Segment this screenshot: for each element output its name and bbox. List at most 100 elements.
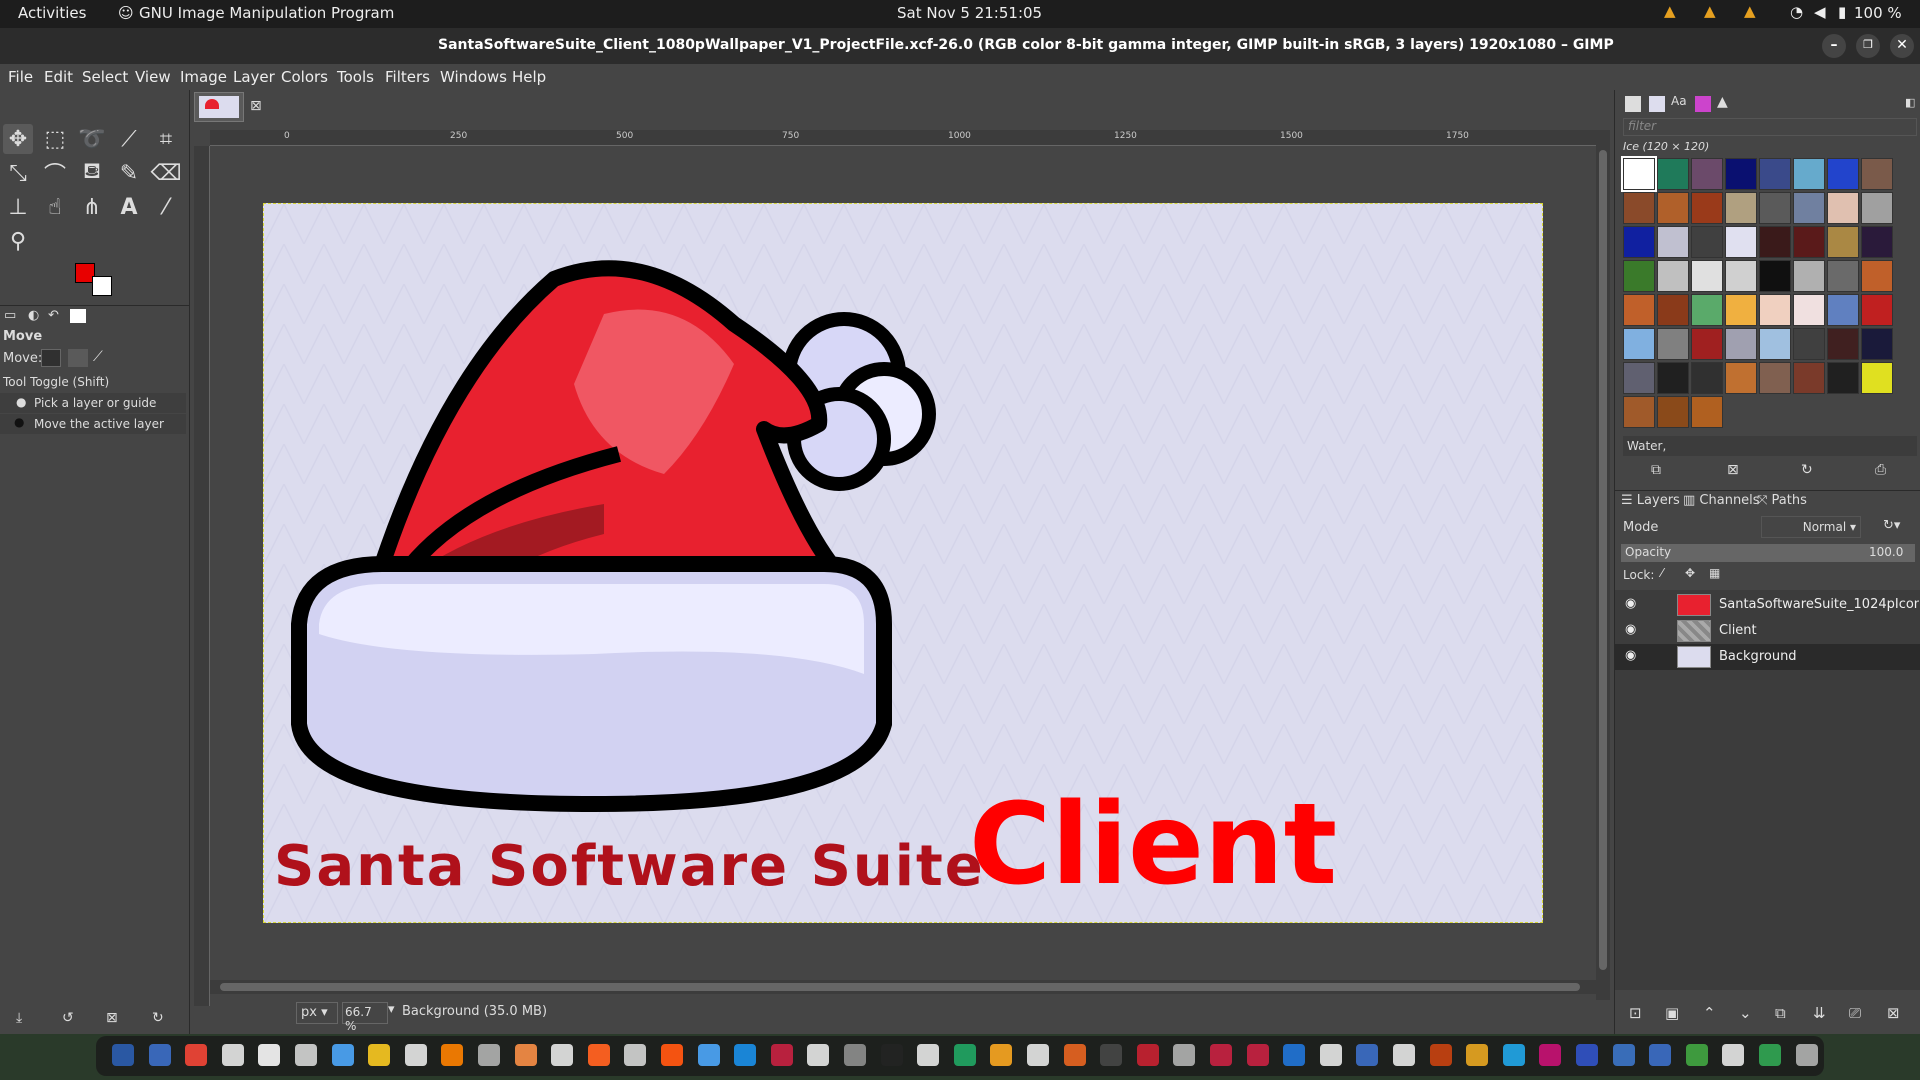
- pattern-swatch[interactable]: [1793, 328, 1825, 360]
- dock-app-icon[interactable]: [1685, 1044, 1708, 1066]
- menu-view[interactable]: View: [135, 68, 171, 86]
- opacity-slider[interactable]: Opacity 100.0: [1621, 544, 1915, 562]
- dock-app-icon[interactable]: [953, 1044, 976, 1066]
- pattern-swatch[interactable]: [1861, 192, 1893, 224]
- pattern-swatch[interactable]: [1725, 362, 1757, 394]
- dock-app-icon[interactable]: [807, 1044, 830, 1066]
- text-tool-icon[interactable]: A: [114, 192, 144, 222]
- horizontal-ruler[interactable]: 0 250 500 750 1000 1250 1500 1750: [210, 130, 1596, 146]
- eye-icon[interactable]: ◉: [1625, 622, 1636, 637]
- lock-alpha-icon[interactable]: ▦: [1709, 566, 1720, 580]
- refresh-patterns-icon[interactable]: ↻: [1801, 462, 1813, 478]
- layer-row[interactable]: ◉ Client: [1615, 618, 1920, 644]
- pattern-swatch[interactable]: [1623, 328, 1655, 360]
- duplicate-layer-icon[interactable]: ⧉: [1775, 1004, 1786, 1022]
- pattern-swatch[interactable]: [1793, 158, 1825, 190]
- dock-app-icon[interactable]: [1502, 1044, 1525, 1066]
- pattern-swatch[interactable]: [1827, 158, 1859, 190]
- mask-icon[interactable]: ⎚: [1849, 1004, 1861, 1022]
- dock-app-icon[interactable]: [295, 1044, 317, 1066]
- image-tab[interactable]: [194, 92, 244, 122]
- merge-layer-icon[interactable]: ⇊: [1813, 1004, 1826, 1022]
- fonts-tab-icon[interactable]: Aa: [1671, 94, 1687, 108]
- horizontal-scrollbar[interactable]: [210, 980, 1596, 994]
- close-icon[interactable]: ✕: [1890, 34, 1914, 58]
- menu-tools[interactable]: Tools: [337, 68, 374, 86]
- zoom-icon[interactable]: ⚲: [3, 226, 33, 256]
- color-picker-icon[interactable]: ⁄: [151, 192, 181, 222]
- dock-app-icon[interactable]: [990, 1044, 1013, 1066]
- pattern-swatch[interactable]: [1691, 396, 1723, 428]
- pattern-swatch[interactable]: [1793, 226, 1825, 258]
- pattern-swatch[interactable]: [1725, 158, 1757, 190]
- eraser-icon[interactable]: ⌫: [150, 158, 181, 188]
- pattern-swatch[interactable]: [1861, 158, 1893, 190]
- pattern-swatch[interactable]: [1793, 192, 1825, 224]
- layer-row[interactable]: ◉ SantaSoftwareSuite_1024pIcon: [1615, 592, 1920, 618]
- pattern-swatch[interactable]: [1623, 192, 1655, 224]
- pattern-swatch[interactable]: [1623, 396, 1655, 428]
- pattern-swatch[interactable]: [1691, 226, 1723, 258]
- menu-image[interactable]: Image: [180, 68, 227, 86]
- lock-pixels-icon[interactable]: ⁄: [1661, 566, 1663, 580]
- dock-app-icon[interactable]: [917, 1044, 940, 1066]
- pattern-swatch[interactable]: [1827, 328, 1859, 360]
- pattern-swatch[interactable]: [1759, 260, 1791, 292]
- dock-app-icon[interactable]: [258, 1044, 281, 1066]
- pattern-swatch[interactable]: [1657, 158, 1689, 190]
- pattern-swatch[interactable]: [1657, 294, 1689, 326]
- wifi-icon[interactable]: ◔: [1790, 3, 1803, 21]
- maximize-icon[interactable]: ❐: [1856, 34, 1880, 58]
- pattern-swatch[interactable]: [1657, 396, 1689, 428]
- pattern-swatch[interactable]: [1691, 362, 1723, 394]
- dock-app-icon[interactable]: [1576, 1044, 1598, 1066]
- dock-app-icon[interactable]: [661, 1044, 683, 1066]
- paint-dynamics-tab-icon[interactable]: ▲: [1717, 94, 1728, 110]
- dock-app-icon[interactable]: [478, 1044, 500, 1066]
- pattern-swatch[interactable]: [1657, 362, 1689, 394]
- volume-icon[interactable]: ◀: [1814, 3, 1826, 21]
- dock-app-icon[interactable]: [331, 1044, 354, 1066]
- patterns-tab-icon[interactable]: [1649, 96, 1665, 112]
- pattern-swatch[interactable]: [1691, 294, 1723, 326]
- pattern-swatch[interactable]: [1691, 158, 1723, 190]
- undo-history-tab-icon[interactable]: ↶: [48, 308, 59, 323]
- pattern-swatch[interactable]: [1691, 260, 1723, 292]
- pattern-swatch[interactable]: [1759, 226, 1791, 258]
- device-status-tab-icon[interactable]: ◐: [28, 308, 39, 323]
- menu-layer[interactable]: Layer: [233, 68, 275, 86]
- dock-app-icon[interactable]: [185, 1044, 208, 1066]
- pattern-swatch[interactable]: [1861, 328, 1893, 360]
- warp-icon[interactable]: ⌒: [40, 158, 70, 188]
- pattern-swatch[interactable]: [1759, 294, 1791, 326]
- save-options-icon[interactable]: ⤓: [16, 1010, 22, 1026]
- dock-app-icon[interactable]: [1210, 1044, 1232, 1066]
- reset-options-icon[interactable]: ↻: [152, 1010, 164, 1026]
- pattern-swatch[interactable]: [1725, 192, 1757, 224]
- tab-paths[interactable]: ⤧ Paths: [1757, 493, 1807, 508]
- pattern-swatch[interactable]: [1861, 260, 1893, 292]
- battery-icon[interactable]: ▮: [1838, 3, 1846, 21]
- warning-icon[interactable]: ▲: [1664, 2, 1676, 20]
- lasso-icon[interactable]: ➰: [77, 124, 107, 154]
- pattern-swatch[interactable]: [1621, 156, 1657, 192]
- dock-app-icon[interactable]: [1246, 1044, 1269, 1066]
- dock-app-icon[interactable]: [1795, 1044, 1818, 1066]
- pattern-swatch[interactable]: [1623, 362, 1655, 394]
- paths-icon[interactable]: ⋔: [77, 192, 107, 222]
- move-layer-mode-button[interactable]: [41, 349, 61, 367]
- dock-app-icon[interactable]: [734, 1044, 757, 1066]
- activities-button[interactable]: Activities: [18, 4, 86, 22]
- dock-app-icon[interactable]: [1722, 1044, 1745, 1066]
- pattern-swatch[interactable]: [1793, 260, 1825, 292]
- reset-mode-icon[interactable]: ↻▾: [1883, 518, 1900, 533]
- pattern-swatch[interactable]: [1759, 192, 1791, 224]
- dock-app-icon[interactable]: [844, 1044, 866, 1066]
- option-pick-layer[interactable]: ● Pick a layer or guide: [0, 393, 186, 413]
- dock-app-icon[interactable]: [441, 1044, 464, 1066]
- dock-app-icon[interactable]: [1319, 1044, 1342, 1066]
- dock-app-icon[interactable]: [221, 1044, 244, 1066]
- lower-layer-icon[interactable]: ⌄: [1739, 1004, 1752, 1022]
- open-pattern-icon[interactable]: ⎙: [1875, 462, 1886, 478]
- pattern-swatch[interactable]: [1861, 362, 1893, 394]
